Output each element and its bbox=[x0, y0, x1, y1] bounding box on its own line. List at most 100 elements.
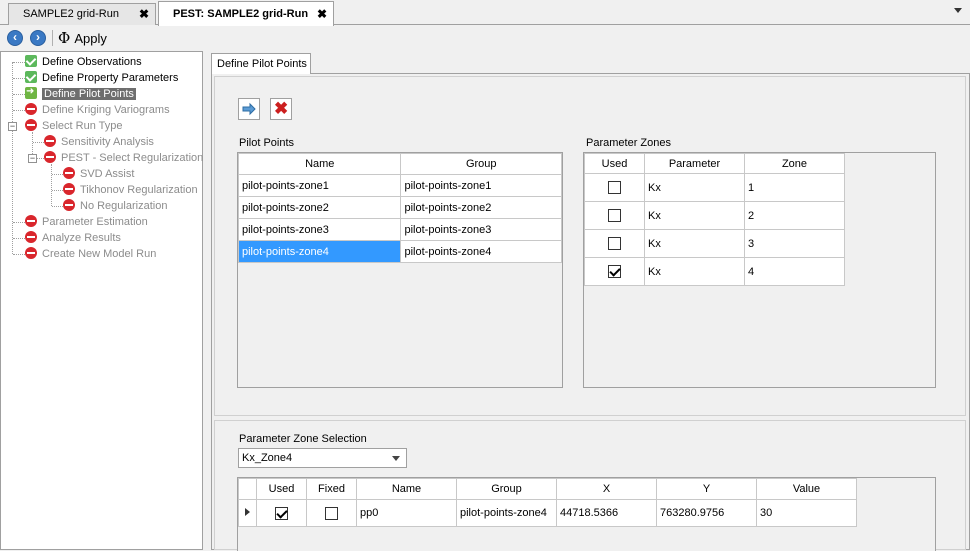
cell-name[interactable]: pp0 bbox=[356, 499, 457, 527]
table-row[interactable]: pilot-points-zone2 pilot-points-zone2 bbox=[237, 196, 562, 219]
cell-name[interactable]: pilot-points-zone1 bbox=[237, 174, 402, 197]
column-header-parameter[interactable]: Parameter bbox=[644, 153, 745, 174]
column-header-name[interactable]: Name bbox=[237, 153, 402, 175]
back-button[interactable]: ‹ bbox=[7, 30, 23, 46]
tree-item-create-new-model-run[interactable]: Create New Model Run bbox=[25, 247, 156, 263]
table-row[interactable]: pilot-points-zone1 pilot-points-zone1 bbox=[237, 174, 562, 197]
cell-used[interactable] bbox=[584, 229, 645, 258]
column-header-used[interactable]: Used bbox=[584, 153, 645, 174]
tab-define-pilot-points[interactable]: Define Pilot Points bbox=[211, 53, 311, 74]
column-header-fixed[interactable]: Fixed bbox=[306, 478, 357, 500]
tree-item-parameter-estimation[interactable]: Parameter Estimation bbox=[25, 215, 148, 231]
apply-button[interactable]: Φ Apply bbox=[58, 29, 107, 47]
cell-parameter: Kx bbox=[644, 257, 745, 286]
delete-icon: ✖ bbox=[274, 99, 289, 118]
zone-selection-dropdown[interactable]: Kx_Zone4 bbox=[238, 448, 407, 468]
check-icon bbox=[25, 71, 37, 83]
tree-item-define-property-parameters[interactable]: Define Property Parameters bbox=[25, 71, 178, 87]
cell-name[interactable]: pilot-points-zone4 bbox=[237, 240, 402, 263]
close-icon[interactable]: ✖ bbox=[139, 7, 149, 21]
used-checkbox-checked[interactable] bbox=[608, 265, 621, 278]
table-row[interactable]: Kx 4 bbox=[584, 257, 845, 286]
table-row[interactable]: Kx 3 bbox=[584, 229, 845, 258]
tab-list-dropdown-icon[interactable] bbox=[954, 8, 962, 13]
cell-group[interactable]: pilot-points-zone3 bbox=[400, 218, 562, 241]
cell-used[interactable] bbox=[584, 201, 645, 230]
arrow-left-icon: ‹ bbox=[13, 30, 17, 44]
blocked-icon bbox=[63, 183, 75, 195]
column-header-x[interactable]: X bbox=[556, 478, 657, 500]
close-icon[interactable]: ✖ bbox=[317, 7, 327, 21]
cell-value[interactable]: 30 bbox=[756, 499, 857, 527]
cell-used[interactable] bbox=[584, 173, 645, 202]
used-checkbox[interactable] bbox=[608, 237, 621, 250]
tree-connector bbox=[52, 174, 63, 175]
collapse-icon[interactable]: − bbox=[28, 154, 37, 163]
used-checkbox[interactable] bbox=[608, 181, 621, 194]
pilot-point-values-grid: Used Fixed Name Group X Y Value pp0 pilo… bbox=[237, 477, 936, 551]
tree-connector bbox=[13, 62, 25, 63]
tree-item-svd-assist[interactable]: SVD Assist bbox=[63, 167, 134, 183]
table-row[interactable]: Kx 1 bbox=[584, 173, 845, 202]
delete-pilot-point-button[interactable]: ✖ bbox=[270, 98, 292, 120]
cell-zone: 3 bbox=[744, 229, 845, 258]
cell-x[interactable]: 44718.5366 bbox=[556, 499, 657, 527]
table-row[interactable]: pp0 pilot-points-zone4 44718.5366 763280… bbox=[238, 499, 857, 527]
tree-item-sensitivity-analysis[interactable]: Sensitivity Analysis bbox=[44, 135, 154, 151]
forward-button[interactable]: › bbox=[30, 30, 46, 46]
cell-y[interactable]: 763280.9756 bbox=[656, 499, 757, 527]
fixed-checkbox[interactable] bbox=[325, 506, 338, 520]
cell-name[interactable]: pilot-points-zone3 bbox=[237, 218, 402, 241]
column-header-group[interactable]: Group bbox=[456, 478, 557, 500]
cell-zone: 2 bbox=[744, 201, 845, 230]
tab-label: SAMPLE2 grid-Run bbox=[23, 8, 119, 20]
arrow-right-icon bbox=[25, 85, 37, 99]
tree-item-tikhonov-regularization[interactable]: Tikhonov Regularization bbox=[63, 183, 198, 199]
cell-group[interactable]: pilot-points-zone2 bbox=[400, 196, 562, 219]
tree-item-pest-select-regularization[interactable]: PEST - Select Regularization bbox=[44, 151, 203, 167]
tab-sample2-grid-run[interactable]: SAMPLE2 grid-Run ✖ bbox=[8, 3, 156, 25]
column-header-group[interactable]: Group bbox=[400, 153, 562, 175]
tree-connector bbox=[51, 164, 52, 206]
column-header-y[interactable]: Y bbox=[656, 478, 757, 500]
column-header-zone[interactable]: Zone bbox=[744, 153, 845, 174]
cell-parameter: Kx bbox=[644, 201, 745, 230]
column-header-name[interactable]: Name bbox=[356, 478, 457, 500]
table-row-selected[interactable]: pilot-points-zone4 pilot-points-zone4 bbox=[237, 240, 562, 263]
pilot-points-grid: Name Group pilot-points-zone1 pilot-poin… bbox=[237, 152, 563, 388]
cell-name[interactable]: pilot-points-zone2 bbox=[237, 196, 402, 219]
tree-connector bbox=[13, 254, 25, 255]
phi-icon: Φ bbox=[58, 29, 71, 47]
used-checkbox-checked[interactable] bbox=[275, 506, 288, 520]
tree-item-no-regularization[interactable]: No Regularization bbox=[63, 199, 167, 215]
content-panel: Define Pilot Points ✖ Pilot Points Name … bbox=[207, 51, 970, 551]
current-row-icon bbox=[245, 508, 250, 516]
apply-label: Apply bbox=[74, 31, 107, 46]
tree-item-define-pilot-points[interactable]: Define Pilot Points bbox=[25, 85, 136, 103]
collapse-icon[interactable]: − bbox=[8, 122, 17, 131]
cell-group[interactable]: pilot-points-zone1 bbox=[400, 174, 562, 197]
cell-group[interactable]: pilot-points-zone4 bbox=[456, 499, 557, 527]
tree-item-define-observations[interactable]: Define Observations bbox=[25, 55, 142, 71]
cell-used[interactable] bbox=[584, 257, 645, 286]
used-checkbox[interactable] bbox=[608, 209, 621, 222]
tab-pest-sample2-grid-run[interactable]: PEST: SAMPLE2 grid-Run ✖ bbox=[158, 1, 334, 26]
table-row[interactable]: pilot-points-zone3 pilot-points-zone3 bbox=[237, 218, 562, 241]
row-selector[interactable] bbox=[238, 499, 257, 527]
blocked-icon bbox=[25, 119, 37, 131]
cell-group[interactable]: pilot-points-zone4 bbox=[400, 240, 562, 263]
table-row[interactable]: Kx 2 bbox=[584, 201, 845, 230]
add-pilot-point-button[interactable] bbox=[238, 98, 260, 120]
column-header-used[interactable]: Used bbox=[256, 478, 307, 500]
tab-label: PEST: SAMPLE2 grid-Run bbox=[173, 8, 309, 20]
table-header-row: Name Group bbox=[237, 153, 562, 175]
workflow-tree: − − Define Observations Define Property … bbox=[0, 51, 203, 550]
tree-item-select-run-type[interactable]: Select Run Type bbox=[25, 119, 123, 135]
column-header-value[interactable]: Value bbox=[756, 478, 857, 500]
tree-item-define-kriging-variograms[interactable]: Define Kriging Variograms bbox=[25, 103, 170, 119]
cell-fixed[interactable] bbox=[306, 499, 357, 527]
zone-selection-title: Parameter Zone Selection bbox=[239, 433, 367, 445]
cell-used[interactable] bbox=[256, 499, 307, 527]
tree-item-analyze-results[interactable]: Analyze Results bbox=[25, 231, 121, 247]
blocked-icon bbox=[44, 135, 56, 147]
